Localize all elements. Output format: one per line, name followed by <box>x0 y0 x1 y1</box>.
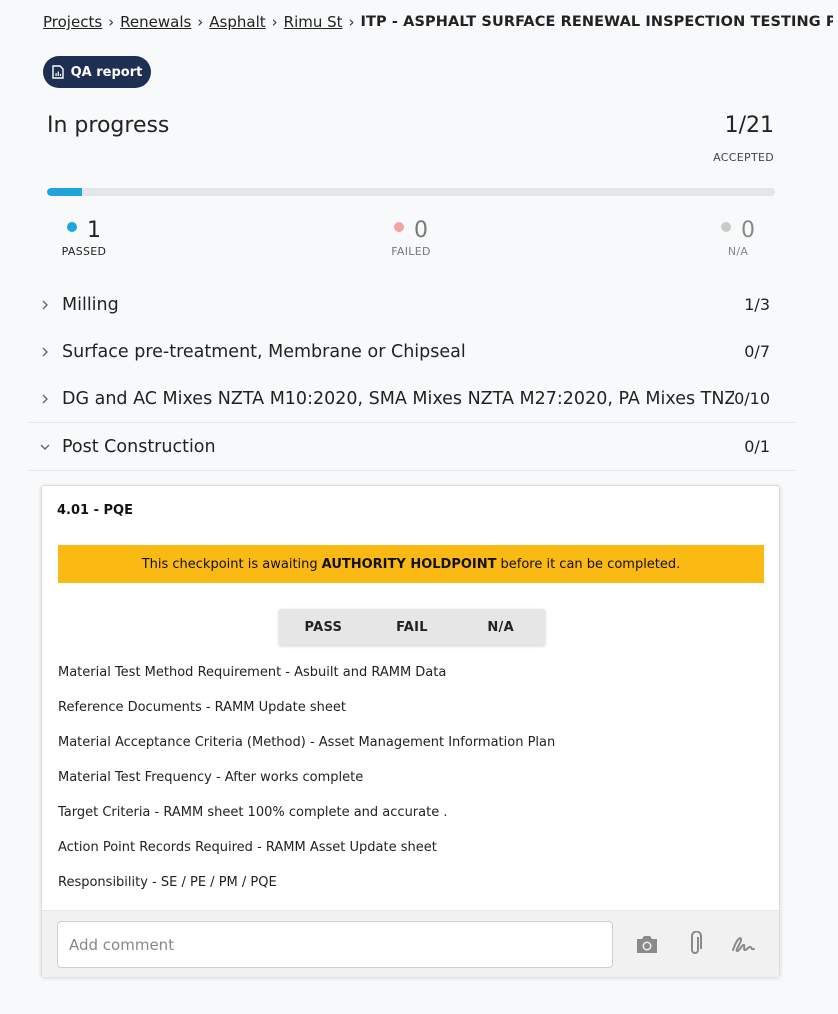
section-score: 0/7 <box>744 342 770 361</box>
section-dg-ac-mixes[interactable]: DG and AC Mixes NZTA M10:2020, SMA Mixes… <box>28 375 795 423</box>
failed-label: FAILED <box>391 245 431 258</box>
breadcrumb-rimu-st[interactable]: Rimu St <box>284 13 343 31</box>
failed-count: 0 <box>414 218 428 243</box>
detail-line: Material Test Frequency - After works co… <box>58 770 364 785</box>
section-post-construction[interactable]: Post Construction 0/1 <box>28 423 795 471</box>
banner-suffix: before it can be completed. <box>500 556 681 572</box>
camera-icon[interactable] <box>635 933 659 959</box>
stat-failed: 0 FAILED <box>387 218 435 258</box>
failed-dot-icon <box>394 221 404 232</box>
section-title: Surface pre-treatment, Membrane or Chips… <box>62 341 466 362</box>
detail-line: Material Acceptance Criteria (Method) - … <box>58 735 556 750</box>
pass-button[interactable]: PASS <box>279 609 368 645</box>
breadcrumb-renewals[interactable]: Renewals <box>120 13 191 31</box>
result-button-group: PASS FAIL N/A <box>279 609 545 645</box>
chevron-right-icon: › <box>271 13 278 31</box>
holdpoint-banner: This checkpoint is awaiting AUTHORITY HO… <box>58 545 764 583</box>
checkpoint-card: 4.01 - PQE This checkpoint is awaiting A… <box>41 485 780 977</box>
breadcrumb: Projects › Renewals › Asphalt › Rimu St … <box>43 13 833 31</box>
banner-holdpoint: AUTHORITY HOLDPOINT <box>321 556 497 572</box>
stat-na: 0 N/A <box>714 218 762 258</box>
passed-dot-icon <box>67 221 77 232</box>
signature-icon[interactable] <box>730 933 756 959</box>
section-surface-pretreatment[interactable]: Surface pre-treatment, Membrane or Chips… <box>28 328 795 376</box>
chevron-right-icon: › <box>348 13 355 31</box>
comment-bar: Add comment <box>42 910 779 977</box>
na-dot-icon <box>721 221 731 232</box>
passed-label: PASSED <box>61 245 107 258</box>
checkpoint-title: 4.01 - PQE <box>57 503 133 518</box>
chevron-right-icon <box>40 300 56 310</box>
qa-report-label: QA report <box>70 64 143 80</box>
stat-passed: 1 PASSED <box>60 218 108 258</box>
fail-button[interactable]: FAIL <box>368 609 457 645</box>
section-title: Milling <box>62 294 119 315</box>
comment-input[interactable]: Add comment <box>57 921 613 968</box>
qa-report-button[interactable]: QA report <box>43 56 151 88</box>
section-score: 0/10 <box>734 389 770 408</box>
paperclip-icon[interactable] <box>686 930 704 961</box>
banner-prefix: This checkpoint is awaiting <box>141 556 318 572</box>
chevron-right-icon <box>40 394 56 404</box>
na-button[interactable]: N/A <box>456 609 545 645</box>
passed-count: 1 <box>87 218 101 243</box>
report-icon <box>51 65 64 79</box>
section-title: DG and AC Mixes NZTA M10:2020, SMA Mixes… <box>62 388 735 409</box>
section-milling[interactable]: Milling 1/3 <box>28 281 795 329</box>
detail-line: Responsibility - SE / PE / PM / PQE <box>58 875 277 890</box>
accepted-label: ACCEPTED <box>713 151 774 164</box>
na-count: 0 <box>741 218 755 243</box>
chevron-right-icon: › <box>108 13 115 31</box>
chevron-right-icon: › <box>197 13 204 31</box>
section-title: Post Construction <box>62 436 216 457</box>
chevron-right-icon <box>40 347 56 357</box>
section-score: 1/3 <box>744 295 770 314</box>
section-score: 0/1 <box>744 437 770 456</box>
breadcrumb-projects[interactable]: Projects <box>43 13 102 31</box>
breadcrumb-current: ITP - ASPHALT SURFACE RENEWAL INSPECTION… <box>360 14 833 30</box>
progress-bar <box>47 188 775 196</box>
detail-line: Material Test Method Requirement - Asbui… <box>58 665 447 680</box>
detail-line: Action Point Records Required - RAMM Ass… <box>58 840 437 855</box>
comment-placeholder: Add comment <box>69 935 175 954</box>
chevron-down-icon <box>40 442 56 452</box>
na-label: N/A <box>727 245 749 258</box>
detail-line: Reference Documents - RAMM Update sheet <box>58 700 346 715</box>
detail-line: Target Criteria - RAMM sheet 100% comple… <box>58 805 448 820</box>
accepted-count: 1/21 <box>724 113 774 138</box>
breadcrumb-asphalt[interactable]: Asphalt <box>209 13 265 31</box>
status-title: In progress <box>47 113 170 138</box>
progress-fill <box>47 188 82 196</box>
